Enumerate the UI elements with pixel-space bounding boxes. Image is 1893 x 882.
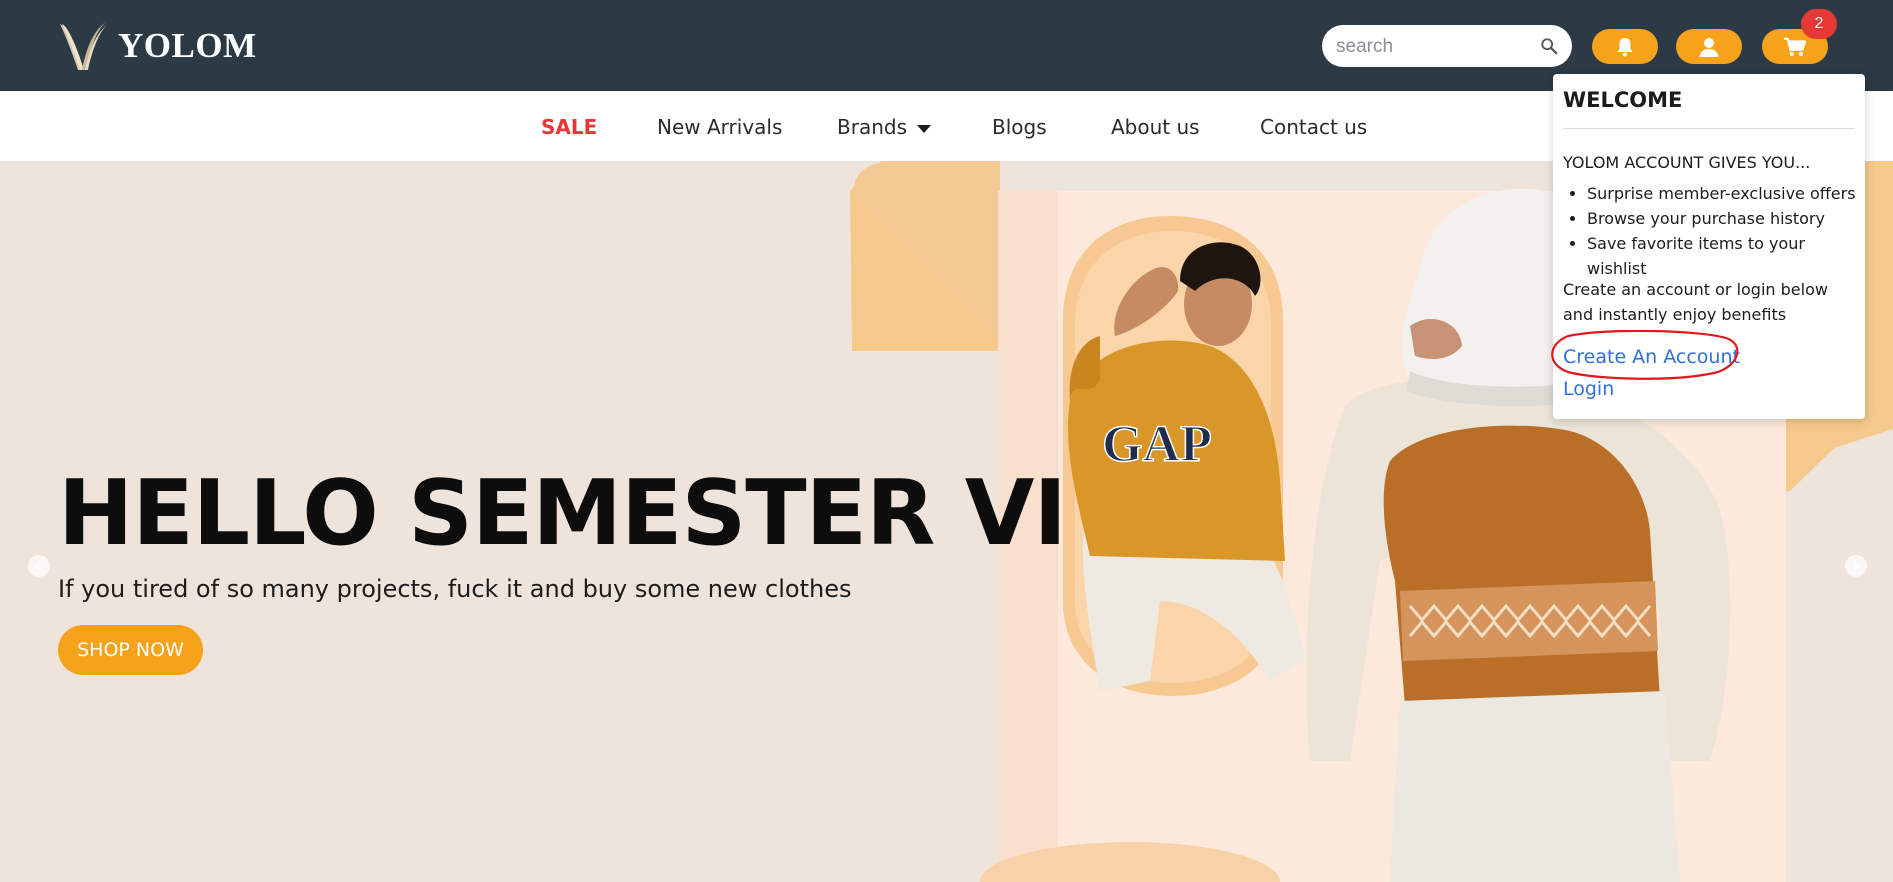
benefits-list: Surprise member-exclusive offers Browse … bbox=[1563, 181, 1865, 281]
dropdown-info-text: Create an account or login below and ins… bbox=[1563, 280, 1828, 324]
logo[interactable]: YOLOM bbox=[56, 18, 257, 74]
nav-item-brands-label: Brands bbox=[837, 115, 907, 139]
user-icon bbox=[1699, 37, 1719, 57]
list-item: Surprise member-exclusive offers bbox=[1587, 181, 1865, 206]
cart-count-badge: 2 bbox=[1801, 9, 1837, 39]
nav-item-contact-us[interactable]: Contact us bbox=[1260, 115, 1367, 139]
logo-icon bbox=[60, 22, 108, 70]
list-item: Save favorite items to your wishlist bbox=[1587, 231, 1865, 281]
account-button[interactable] bbox=[1676, 29, 1742, 64]
chevron-left-icon bbox=[34, 561, 42, 571]
hero-subtitle: If you tired of so many projects, fuck i… bbox=[58, 575, 852, 603]
login-link[interactable]: Login bbox=[1563, 378, 1614, 400]
dropdown-title: WELCOME bbox=[1563, 88, 1683, 112]
dropdown-heading: YOLOM ACCOUNT GIVES YOU... bbox=[1563, 153, 1811, 172]
nav-item-new-arrivals[interactable]: New Arrivals bbox=[657, 115, 782, 139]
carousel-next-button[interactable] bbox=[1845, 555, 1867, 577]
chevron-right-icon bbox=[1853, 561, 1861, 571]
nav-item-blogs[interactable]: Blogs bbox=[992, 115, 1047, 139]
create-account-link[interactable]: Create An Account bbox=[1563, 346, 1740, 368]
search-box[interactable] bbox=[1322, 25, 1572, 67]
nav-item-brands[interactable]: Brands bbox=[837, 115, 931, 139]
cart-icon bbox=[1783, 37, 1807, 56]
search-input[interactable] bbox=[1334, 29, 1528, 65]
search-icon[interactable] bbox=[1540, 37, 1558, 55]
notifications-button[interactable] bbox=[1592, 29, 1658, 64]
hoodie-logo: GAP bbox=[1102, 416, 1212, 473]
nav-item-about-us[interactable]: About us bbox=[1111, 115, 1200, 139]
logo-text: YOLOM bbox=[118, 26, 257, 65]
carousel-prev-button[interactable] bbox=[28, 555, 50, 577]
chevron-down-icon bbox=[917, 124, 931, 133]
shop-now-button[interactable]: SHOP NOW bbox=[58, 625, 203, 675]
divider bbox=[1563, 128, 1855, 129]
list-item: Browse your purchase history bbox=[1587, 206, 1865, 231]
bell-icon bbox=[1617, 37, 1633, 56]
account-dropdown: WELCOME YOLOM ACCOUNT GIVES YOU... Surpr… bbox=[1553, 74, 1865, 419]
hero-title: HELLO SEMESTER VI bbox=[58, 461, 1067, 566]
nav-item-sale[interactable]: SALE bbox=[541, 115, 597, 139]
